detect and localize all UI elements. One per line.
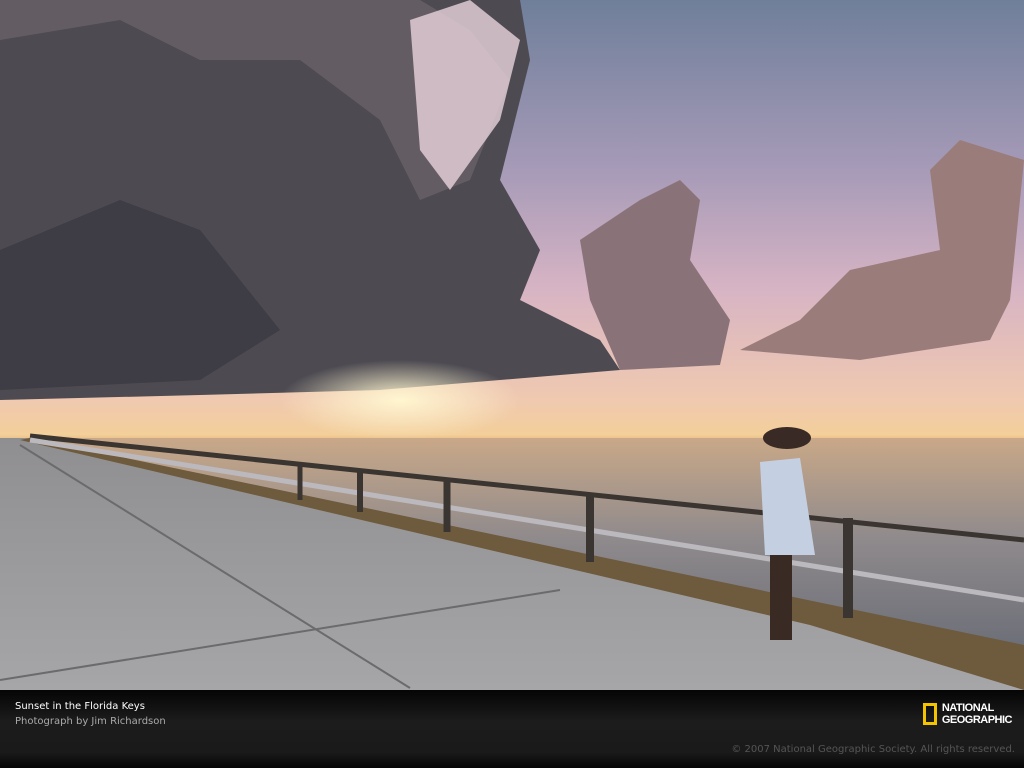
caption-bar: Sunset in the Florida Keys Photograph by… xyxy=(0,690,1024,768)
storm-clouds xyxy=(0,0,1024,400)
copyright: © 2007 National Geographic Society. All … xyxy=(731,744,1015,755)
photo-title: Sunset in the Florida Keys xyxy=(15,701,145,712)
photo-scene xyxy=(0,0,1024,690)
yellow-border-icon xyxy=(922,703,937,725)
sunset-photo xyxy=(0,0,1024,690)
photo-credit: Photograph by Jim Richardson xyxy=(15,716,166,727)
logo-line2: GEOGRAPHIC xyxy=(941,714,1013,726)
national-geographic-logo: NATIONAL GEOGRAPHIC xyxy=(922,700,1013,728)
sun-glow xyxy=(280,360,520,440)
logo-line1: NATIONAL xyxy=(941,702,995,714)
